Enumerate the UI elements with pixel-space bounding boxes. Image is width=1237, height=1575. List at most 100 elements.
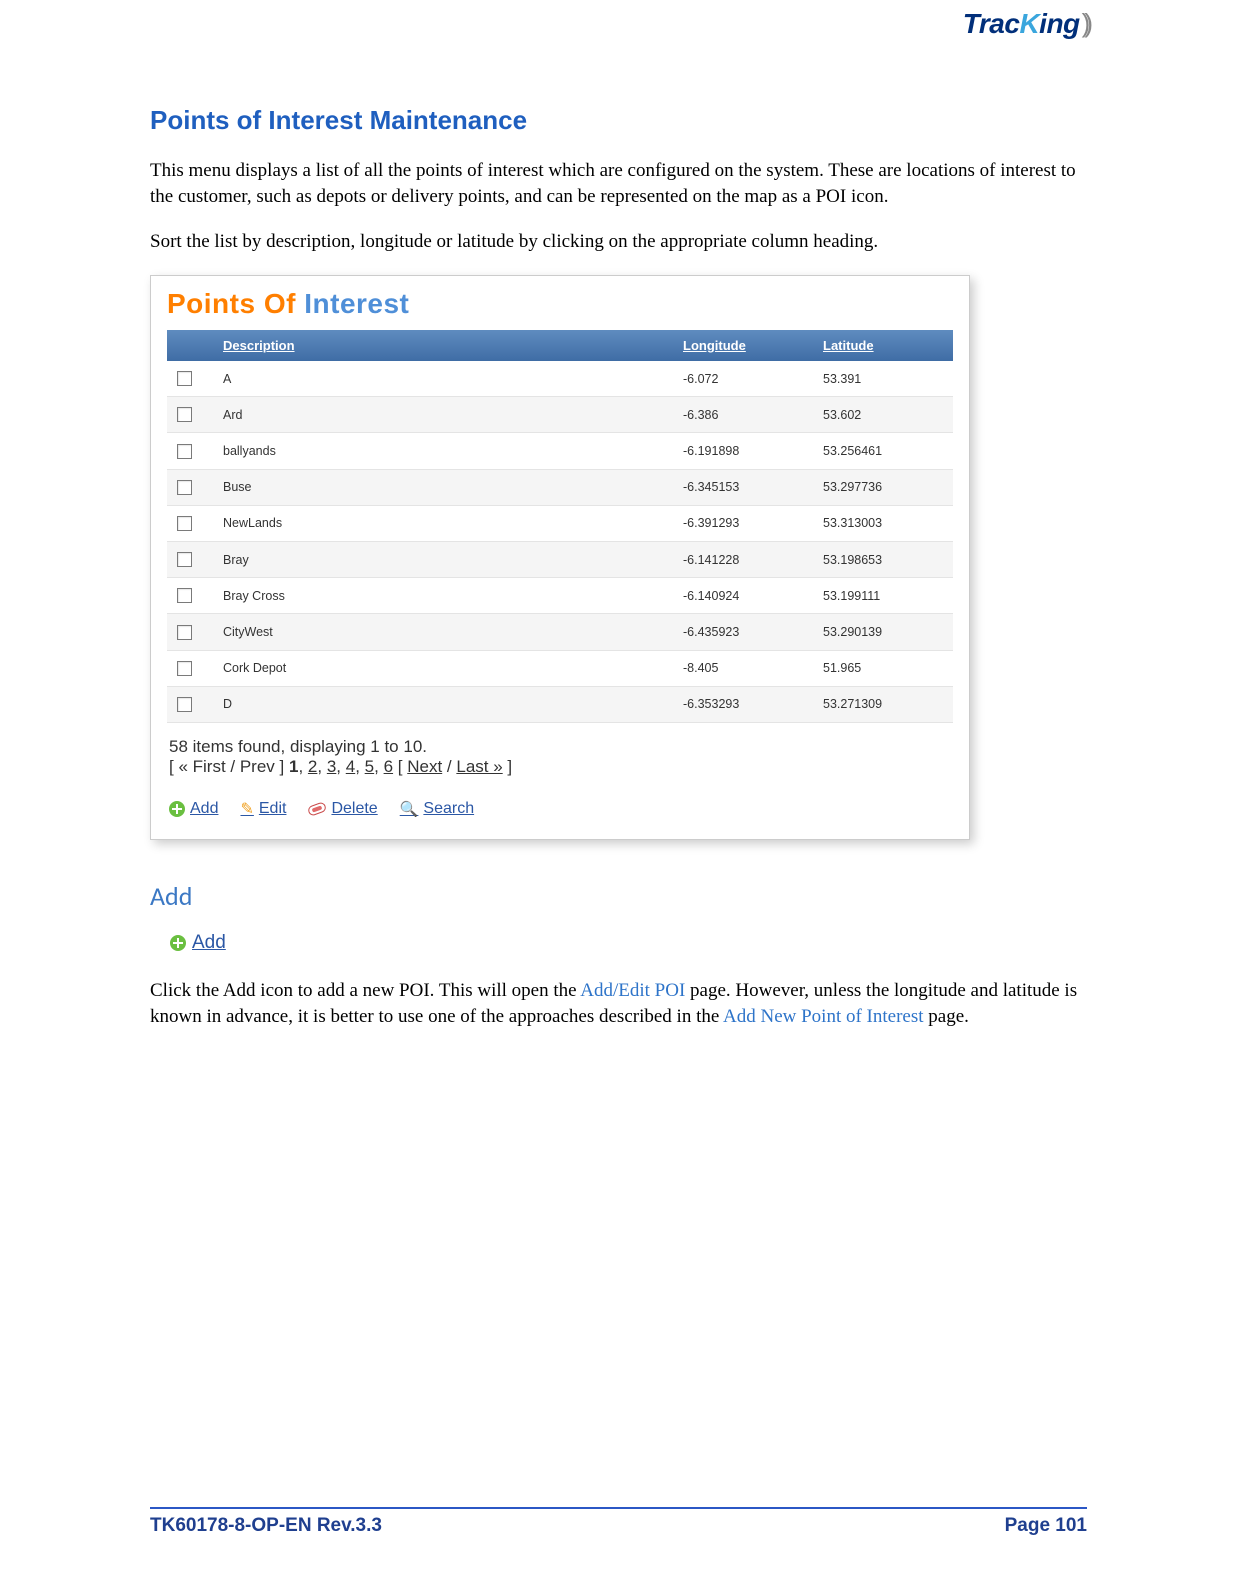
text: Click the Add icon to add a new POI. Thi… [150,980,580,1001]
cell-longitude: -6.345153 [673,469,813,505]
add-paragraph: Click the Add icon to add a new POI. Thi… [150,978,1087,1029]
pager-page-5[interactable]: 5 [365,757,374,776]
row-checkbox-cell [167,397,213,433]
pager-page-2[interactable]: 2 [308,757,317,776]
content-area: Points of Interest Maintenance This menu… [150,10,1087,1029]
table-row: CityWest-6.43592353.290139 [167,614,953,650]
page-footer: TK60178-8-OP-EN Rev.3.3 Page 101 [150,1507,1087,1537]
add-button[interactable]: Add [169,800,218,818]
logo-wave-icon: )) [1082,8,1087,39]
row-checkbox[interactable] [177,480,192,495]
cell-description: Ard [213,397,673,433]
text: page. [924,1006,969,1027]
footer-doc-ref: TK60178-8-OP-EN Rev.3.3 [150,1515,382,1537]
pager-last[interactable]: Last » [456,757,502,776]
cell-description: Cork Depot [213,650,673,686]
delete-button[interactable]: Delete [308,800,377,818]
table-row: D-6.35329353.271309 [167,686,953,722]
row-checkbox[interactable] [177,625,192,640]
row-checkbox-cell [167,541,213,577]
pager-summary: 58 items found, displaying 1 to 10. [169,737,951,757]
pager: 58 items found, displaying 1 to 10. [ « … [151,723,969,779]
add-chip[interactable]: Add [170,932,226,954]
col-latitude[interactable]: Latitude [813,330,953,361]
pager-links: [ « First / Prev ] 1, 2, 3, 4, 5, 6 [ Ne… [169,757,951,777]
cell-latitude: 53.198653 [813,541,953,577]
footer-page-number: Page 101 [1005,1515,1087,1537]
pager-first-prev: « First / Prev ] [178,757,289,776]
table-row: Cork Depot-8.40551.965 [167,650,953,686]
intro-paragraph: This menu displays a list of all the poi… [150,158,1087,209]
panel-title-a: Points Of [167,288,304,319]
intro-paragraph: Sort the list by description, longitude … [150,229,1087,255]
cell-description: D [213,686,673,722]
poi-table: Description Longitude Latitude A-6.07253… [167,330,953,723]
edit-label: Edit [259,800,287,818]
table-row: A-6.07253.391 [167,361,953,397]
add-label: Add [190,800,218,818]
pager-page-4[interactable]: 4 [346,757,355,776]
document-page: TracKing)) Points of Interest Maintenanc… [0,0,1237,1575]
row-checkbox-cell [167,686,213,722]
row-checkbox[interactable] [177,407,192,422]
row-checkbox[interactable] [177,697,192,712]
table-row: Ard-6.38653.602 [167,397,953,433]
pager-page-3[interactable]: 3 [327,757,336,776]
cell-latitude: 53.602 [813,397,953,433]
subsection-heading: Add [150,880,1087,912]
cell-longitude: -6.072 [673,361,813,397]
brand-logo: TracKing)) [963,8,1087,40]
row-checkbox-cell [167,578,213,614]
cell-longitude: -6.140924 [673,578,813,614]
search-label: Search [423,800,474,818]
row-checkbox[interactable] [177,371,192,386]
pager-next[interactable]: Next [407,757,442,776]
row-checkbox-cell [167,505,213,541]
col-checkbox [167,330,213,361]
row-checkbox[interactable] [177,552,192,567]
row-checkbox-cell [167,614,213,650]
plus-circle-icon [170,935,186,951]
col-longitude[interactable]: Longitude [673,330,813,361]
delete-label: Delete [331,800,377,818]
col-description[interactable]: Description [213,330,673,361]
cell-longitude: -8.405 [673,650,813,686]
cell-latitude: 53.199111 [813,578,953,614]
page-title: Points of Interest Maintenance [150,105,1087,136]
row-checkbox[interactable] [177,588,192,603]
cell-longitude: -6.191898 [673,433,813,469]
logo-part: ing [1039,8,1080,39]
cell-description: ballyands [213,433,673,469]
pager-page-6[interactable]: 6 [384,757,393,776]
row-checkbox[interactable] [177,661,192,676]
row-checkbox[interactable] [177,516,192,531]
row-checkbox-cell [167,361,213,397]
table-row: ballyands-6.19189853.256461 [167,433,953,469]
link-add-edit-poi[interactable]: Add/Edit POI [580,980,685,1001]
cell-latitude: 53.271309 [813,686,953,722]
row-checkbox-cell [167,650,213,686]
logo-part: Trac [963,8,1020,39]
panel-title-b: Interest [304,288,409,319]
row-checkbox-cell [167,433,213,469]
cell-description: NewLands [213,505,673,541]
cell-latitude: 51.965 [813,650,953,686]
logo-part: K [1019,8,1039,39]
cell-longitude: -6.141228 [673,541,813,577]
row-checkbox[interactable] [177,444,192,459]
edit-button[interactable]: ✎ Edit [240,799,286,819]
cell-latitude: 53.313003 [813,505,953,541]
link-add-new-poi[interactable]: Add New Point of Interest [723,1006,924,1027]
row-checkbox-cell [167,469,213,505]
cell-longitude: -6.386 [673,397,813,433]
search-button[interactable]: 🔍 Search [400,800,474,818]
cell-description: CityWest [213,614,673,650]
cell-longitude: -6.435923 [673,614,813,650]
binoculars-icon: 🔍 [400,800,419,818]
table-row: Buse-6.34515353.297736 [167,469,953,505]
cell-description: A [213,361,673,397]
cell-description: Bray Cross [213,578,673,614]
add-chip-row: Add [170,932,1087,956]
cell-latitude: 53.391 [813,361,953,397]
add-chip-label: Add [192,932,226,954]
